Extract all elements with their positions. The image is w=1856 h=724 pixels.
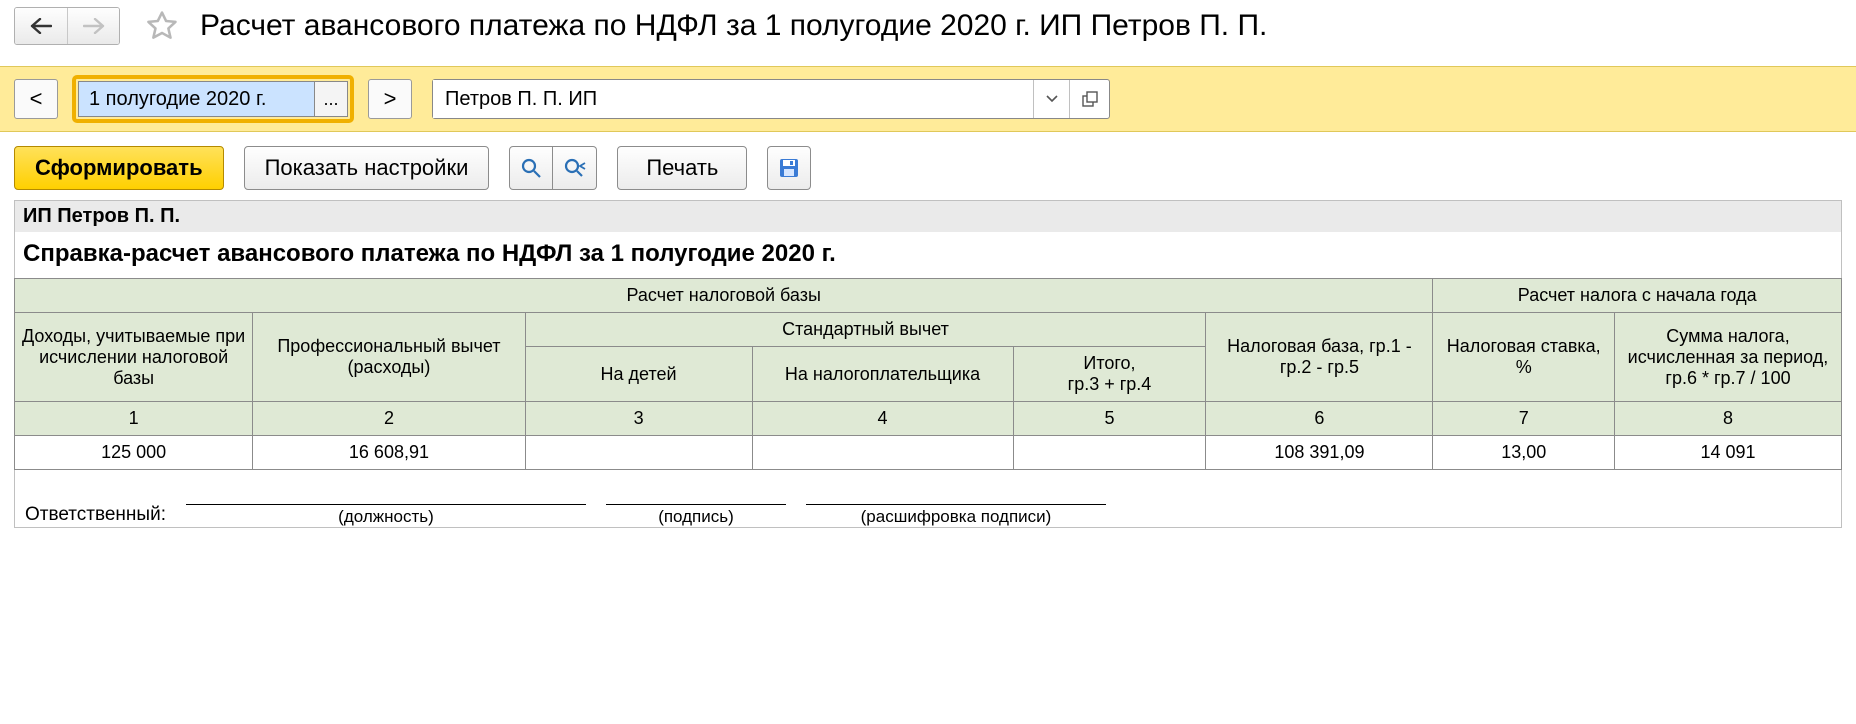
period-next-button[interactable]: > (368, 79, 412, 119)
star-icon (145, 9, 179, 43)
print-button[interactable]: Печать (617, 146, 747, 190)
back-button[interactable] (15, 8, 67, 44)
find-prev-button[interactable] (553, 146, 597, 190)
cell-6[interactable]: 108 391,09 (1206, 436, 1433, 470)
chevron-down-icon (1046, 95, 1058, 103)
group-tax-header: Расчет налога с начала года (1433, 279, 1842, 313)
topbar: Расчет авансового платежа по НДФЛ за 1 п… (0, 0, 1856, 48)
col7-header: Налоговая ставка, % (1433, 313, 1615, 402)
report-table: Расчет налоговой базы Расчет налога с на… (14, 278, 1842, 470)
period-field-wrapper: ... (72, 75, 354, 123)
cell-4[interactable] (752, 436, 1013, 470)
find-button[interactable] (509, 146, 553, 190)
search-icon (520, 157, 542, 179)
coln-1: 1 (15, 402, 253, 436)
signature-label: Ответственный: (25, 504, 166, 526)
signature-sign-field: (подпись) (606, 504, 786, 527)
generate-button[interactable]: Сформировать (14, 146, 224, 190)
cell-5[interactable] (1013, 436, 1206, 470)
entity-dropdown-button[interactable] (1033, 80, 1069, 118)
report-title: Справка-расчет авансового платежа по НДФ… (14, 232, 1842, 278)
col3-header: На детей (525, 347, 752, 402)
coln-3: 3 (525, 402, 752, 436)
signature-position-field: (должность) (186, 504, 586, 527)
group-base-header: Расчет налоговой базы (15, 279, 1433, 313)
forward-button[interactable] (67, 8, 119, 44)
entity-open-button[interactable] (1069, 80, 1109, 118)
coln-7: 7 (1433, 402, 1615, 436)
signature-position-caption: (должность) (338, 505, 434, 527)
open-external-icon (1082, 91, 1098, 107)
col6-header: Налоговая база, гр.1 - гр.2 - гр.5 (1206, 313, 1433, 402)
col8-header: Сумма налога, исчисленная за период, гр.… (1614, 313, 1841, 402)
signature-sign-caption: (подпись) (658, 505, 734, 527)
history-nav (14, 7, 120, 45)
filter-bar: < ... > (0, 66, 1856, 132)
search-button-group (509, 146, 597, 190)
cell-7[interactable]: 13,00 (1433, 436, 1615, 470)
report-org: ИП Петров П. П. (14, 200, 1842, 232)
coln-6: 6 (1206, 402, 1433, 436)
col2-header: Профессиональный вычет (расходы) (253, 313, 525, 402)
favorite-star[interactable] (142, 6, 182, 46)
toolbar: Сформировать Показать настройки Печать (0, 132, 1856, 200)
cell-2[interactable]: 16 608,91 (253, 436, 525, 470)
data-row: 125 000 16 608,91 108 391,09 13,00 14 09… (15, 436, 1842, 470)
signature-block: Ответственный: (должность) (подпись) (ра… (14, 470, 1842, 528)
floppy-disk-icon (779, 158, 799, 178)
entity-field (432, 79, 1110, 119)
signature-fullname-field: (расшифровка подписи) (806, 504, 1106, 527)
entity-input[interactable] (433, 80, 1033, 118)
arrow-right-icon (83, 18, 105, 34)
col1-header: Доходы, учитываемые при исчислении налог… (15, 313, 253, 402)
coln-5: 5 (1013, 402, 1206, 436)
col4-header: На налогоплательщика (752, 347, 1013, 402)
column-number-row: 1 2 3 4 5 6 7 8 (15, 402, 1842, 436)
std-group-header: Стандартный вычет (525, 313, 1206, 347)
save-button[interactable] (767, 146, 811, 190)
show-settings-button[interactable]: Показать настройки (244, 146, 490, 190)
report-area: ИП Петров П. П. Справка-расчет авансовог… (0, 200, 1856, 558)
cell-8[interactable]: 14 091 (1614, 436, 1841, 470)
coln-4: 4 (752, 402, 1013, 436)
arrow-left-icon (30, 18, 52, 34)
coln-2: 2 (253, 402, 525, 436)
period-picker-button[interactable]: ... (314, 81, 348, 117)
cell-1[interactable]: 125 000 (15, 436, 253, 470)
cell-3[interactable] (525, 436, 752, 470)
search-back-icon (563, 157, 587, 179)
coln-8: 8 (1614, 402, 1841, 436)
signature-fullname-caption: (расшифровка подписи) (861, 505, 1052, 527)
col5-header: Итого, гр.3 + гр.4 (1013, 347, 1206, 402)
page-title: Расчет авансового платежа по НДФЛ за 1 п… (200, 9, 1267, 43)
period-prev-button[interactable]: < (14, 79, 58, 119)
period-input[interactable] (78, 81, 314, 117)
